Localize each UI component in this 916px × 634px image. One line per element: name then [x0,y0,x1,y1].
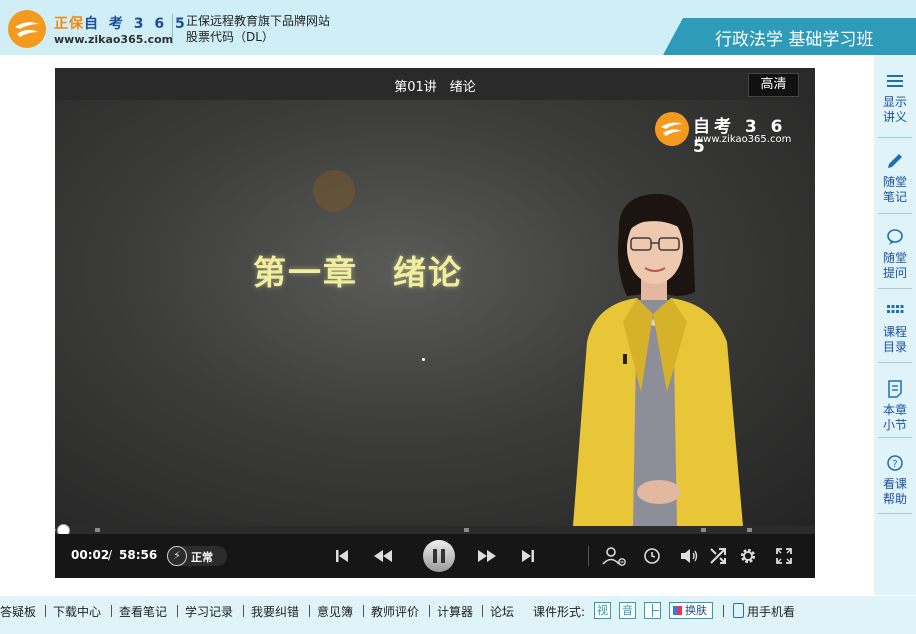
grid-icon [887,305,904,313]
fullscreen-button[interactable] [772,544,796,568]
settings-button[interactable] [736,544,760,568]
lightning-icon: ⚡ [167,546,187,566]
watermark-icon [655,112,689,146]
fullscreen-icon [776,548,792,564]
footer-link-calculator[interactable]: 计算器 [437,603,473,620]
chat-bubble-icon [887,229,903,245]
header-divider [172,14,173,44]
skip-next-icon [522,550,534,562]
quality-button[interactable]: 高清 [748,73,799,97]
skip-previous-icon [336,550,348,562]
video-frame[interactable]: 第一章 绪论 自考 3 6 5 www.zikao365.com [55,100,815,526]
person-icon [602,547,626,566]
shuffle-icon [710,548,726,564]
sidebar-item-ask-question[interactable]: 随堂 提问 [874,215,916,289]
slide-heading: 第一章 绪论 [253,253,463,292]
skin-label: 换肤 [685,604,707,617]
speed-toggle[interactable]: ⚡ 正常 [167,546,227,566]
footer-toolbar: 答疑板 下载中心 查看笔记 学习记录 我要纠错 意见簿 教师评价 计算器 论坛 … [0,596,916,634]
pause-icon [433,549,445,563]
chapter-marker [701,528,706,532]
footer-link-teacher-rating[interactable]: 教师评价 [371,603,419,620]
footer-link-qa-board[interactable]: 答疑板 [0,603,36,620]
watch-on-mobile-link[interactable]: 用手机看 [747,603,795,620]
clock-icon [644,548,660,564]
logo-url: www.zikao365.com [54,33,174,46]
layout-toggle-button[interactable] [644,602,661,619]
tagline-company: 正保远程教育旗下品牌网站 [186,14,331,28]
format-label: 课件形式: [533,605,586,619]
sidebar-item-label: 显示 讲义 [882,95,907,124]
help-circle-icon: ? [887,455,903,471]
volume-button[interactable] [677,544,701,568]
sidebar-item-help[interactable]: ? 看课 帮助 [874,441,916,515]
next-button[interactable] [516,544,540,568]
pencil-icon [888,154,902,168]
sidebar-item-label: 本章 小节 [882,403,907,432]
footer-link-forum[interactable]: 论坛 [490,603,514,620]
logo-brand[interactable]: 正保自 考 3 6 5 [54,13,188,33]
palette-icon [673,606,682,615]
timer-button[interactable] [640,544,664,568]
shuffle-button[interactable] [706,544,730,568]
course-title: 行政法学 基础学习班 [715,30,874,50]
fast-forward-icon [478,550,496,562]
sidebar-item-label: 课程 目录 [882,325,907,354]
sidebar-item-show-notes[interactable]: 显示 讲义 [874,59,916,133]
player-controls: 00:02 / 58:56 ⚡ 正常 [55,534,815,578]
gear-icon [740,548,756,564]
tool-sidebar: 显示 讲义 随堂 笔记 随堂 提问 课程 目录 本章 小节 ? 看课 帮助 [874,55,916,595]
layout-split-icon [652,604,659,617]
time-separator: / [108,548,113,562]
chapter-marker [95,528,100,532]
pause-button[interactable] [423,540,455,572]
sidebar-item-label: 随堂 提问 [882,251,907,280]
document-icon [888,380,902,398]
chapter-marker [464,528,469,532]
change-skin-button[interactable]: 换肤 [669,602,713,619]
sidebar-item-label: 看课 帮助 [882,477,907,506]
rewind-icon [374,550,392,562]
course-banner: 行政法学 基础学习班 [663,18,916,55]
player-title-bar: 第01讲 绪论 高清 [55,68,815,100]
rewind-button[interactable] [371,544,395,568]
chapter-marker [747,528,752,532]
sidebar-item-chapter-sections[interactable]: 本章 小节 [874,367,916,441]
watermark-url: www.zikao365.com [695,134,792,145]
format-audio-button[interactable]: 音 [619,602,636,619]
time-current: 00:02 [71,548,110,562]
fast-forward-button[interactable] [475,544,499,568]
footer-link-study-record[interactable]: 学习记录 [185,603,233,620]
teacher-mode-button[interactable] [601,544,626,568]
time-total: 58:56 [119,548,158,562]
speed-label: 正常 [191,551,213,564]
format-video-button[interactable]: 视 [594,602,611,619]
lecturer-figure [573,193,743,526]
sidebar-item-label: 随堂 笔记 [882,175,907,204]
tagline-stock-code: 股票代码（DL） [186,30,274,44]
video-player: 第01讲 绪论 高清 第一章 绪论 自考 3 6 5 www.zikao365.… [55,68,815,578]
sidebar-item-course-catalog[interactable]: 课程 目录 [874,289,916,363]
footer-link-report-error[interactable]: 我要纠错 [251,603,299,620]
site-header: 正保自 考 3 6 5 www.zikao365.com 正保远程教育旗下品牌网… [0,0,916,55]
slide-logo-watermark [313,170,355,212]
footer-link-view-notes[interactable]: 查看笔记 [119,603,167,620]
footer-link-downloads[interactable]: 下载中心 [53,603,101,620]
menu-lines-icon [887,75,903,87]
progress-fill [55,529,56,531]
previous-button[interactable] [330,544,354,568]
lecture-title: 第01讲 绪论 [394,80,476,95]
player-watermark-logo: 自考 3 6 5 www.zikao365.com [655,110,801,157]
mobile-phone-icon [733,603,744,618]
volume-icon [681,549,698,563]
logo-icon[interactable] [8,10,46,48]
footer-link-feedback[interactable]: 意见簿 [317,603,353,620]
progress-bar[interactable] [55,524,815,537]
sidebar-item-class-notes[interactable]: 随堂 笔记 [874,139,916,213]
svg-text:?: ? [892,459,897,470]
